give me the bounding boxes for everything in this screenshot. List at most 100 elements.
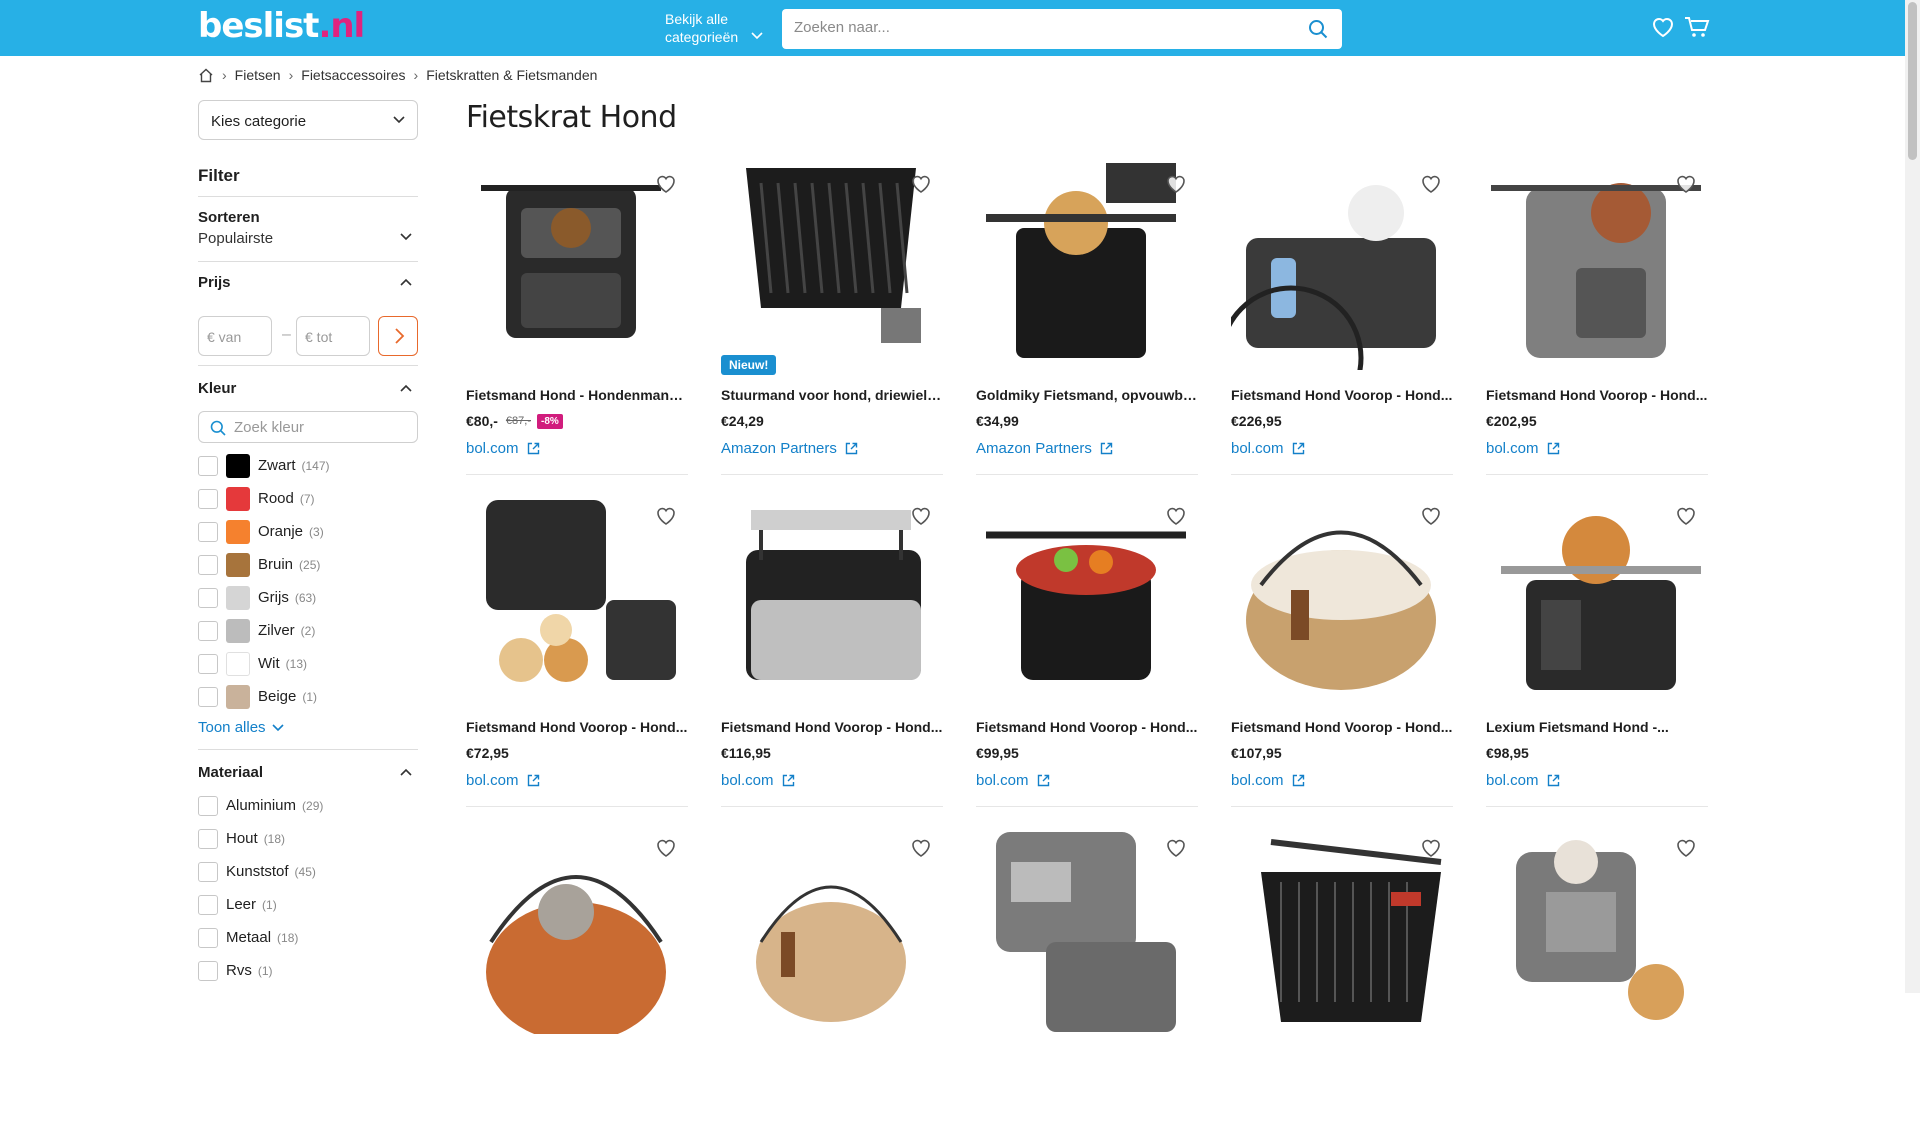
product-title[interactable]: Fietsmand Hond Voorop - Hond...: [1231, 387, 1453, 403]
product-card[interactable]: [976, 822, 1198, 1139]
product-card[interactable]: Fietsmand Hond Voorop - Hond... €116,95 bo…: [721, 490, 943, 807]
category-select[interactable]: Kies categorie: [198, 100, 418, 140]
material-option[interactable]: Metaal (18): [198, 921, 418, 954]
color-option[interactable]: Wit (13): [198, 647, 418, 680]
color-header[interactable]: Kleur: [198, 380, 418, 397]
material-option[interactable]: Leer (1): [198, 888, 418, 921]
product-card[interactable]: Nieuw! Stuurmand voor hond, driewieler...…: [721, 158, 943, 475]
product-title[interactable]: Lexium Fietsmand Hond -...: [1486, 719, 1708, 735]
heart-icon[interactable]: [1674, 504, 1698, 528]
product-title[interactable]: Fietsmand Hond Voorop - Hond...: [1486, 387, 1708, 403]
product-card[interactable]: Fietsmand Hond Voorop - Hond... €202,95 bo…: [1486, 158, 1708, 475]
product-title[interactable]: Fietsmand Hond - Hondenmand...: [466, 387, 688, 403]
product-title[interactable]: Fietsmand Hond Voorop - Hond...: [721, 719, 943, 735]
checkbox[interactable]: [198, 795, 218, 816]
color-option[interactable]: Beige (1): [198, 680, 418, 713]
color-option[interactable]: Oranje (3): [198, 515, 418, 548]
product-card[interactable]: Fietsmand Hond Voorop - Hond... €72,95 bol…: [466, 490, 688, 807]
product-title[interactable]: Goldmiky Fietsmand, opvouwba...: [976, 387, 1198, 403]
material-option[interactable]: Hout (18): [198, 822, 418, 855]
shop-link[interactable]: bol.com: [466, 440, 540, 457]
product-card[interactable]: Goldmiky Fietsmand, opvouwba... €34,99 Ama…: [976, 158, 1198, 475]
checkbox[interactable]: [198, 587, 218, 608]
heart-icon[interactable]: [909, 172, 933, 196]
search-input[interactable]: [794, 19, 1294, 36]
product-card[interactable]: Fietsmand Hond Voorop - Hond... €226,95 bo…: [1218, 158, 1453, 475]
all-categories-button[interactable]: Bekijk alle categorieën: [665, 10, 763, 46]
checkbox[interactable]: [198, 960, 218, 981]
product-card[interactable]: Fietsmand Hond Voorop - Hond... €107,95 bo…: [1231, 490, 1453, 807]
price-apply-button[interactable]: [378, 316, 418, 356]
shop-link[interactable]: bol.com: [1231, 440, 1305, 457]
shop-link[interactable]: Amazon Partners: [976, 440, 1113, 457]
home-icon[interactable]: [198, 68, 214, 83]
page-scrollbar[interactable]: [1905, 0, 1920, 993]
checkbox[interactable]: [198, 620, 218, 641]
color-option[interactable]: Zilver (2): [198, 614, 418, 647]
heart-icon[interactable]: [1651, 16, 1675, 38]
checkbox[interactable]: [198, 894, 218, 915]
show-all-colors-link[interactable]: Toon alles: [198, 719, 284, 736]
material-option[interactable]: Aluminium (29): [198, 789, 418, 822]
heart-icon[interactable]: [1674, 836, 1698, 860]
shop-link[interactable]: bol.com: [466, 772, 540, 789]
product-card[interactable]: [1486, 822, 1708, 1139]
material-option[interactable]: Rvs (1): [198, 954, 418, 987]
heart-icon[interactable]: [654, 172, 678, 196]
checkbox[interactable]: [198, 861, 218, 882]
heart-icon[interactable]: [1164, 172, 1188, 196]
shop-link[interactable]: Amazon Partners: [721, 440, 858, 457]
heart-icon[interactable]: [1164, 504, 1188, 528]
shop-link[interactable]: bol.com: [721, 772, 795, 789]
product-title[interactable]: Stuurmand voor hond, driewieler...: [721, 387, 943, 403]
beslist-logo[interactable]: beslist.nl: [198, 6, 365, 46]
scrollbar-thumb[interactable]: [1908, 2, 1917, 160]
product-title[interactable]: Fietsmand Hond Voorop - Hond...: [976, 719, 1198, 735]
product-card[interactable]: Lexium Fietsmand Hond -... €98,95 bol.com: [1486, 490, 1708, 807]
heart-icon[interactable]: [654, 836, 678, 860]
heart-icon[interactable]: [909, 504, 933, 528]
product-card[interactable]: Fietsmand Hond Voorop - Hond... €99,95 bol…: [976, 490, 1198, 807]
checkbox[interactable]: [198, 686, 218, 707]
shop-link[interactable]: bol.com: [1231, 772, 1305, 789]
breadcrumb-link[interactable]: Fietsen: [235, 67, 281, 83]
product-card[interactable]: [466, 822, 688, 1139]
checkbox[interactable]: [198, 521, 218, 542]
search-icon[interactable]: [1308, 19, 1328, 39]
shop-link[interactable]: bol.com: [1486, 440, 1560, 457]
material-header[interactable]: Materiaal: [198, 764, 418, 781]
heart-icon[interactable]: [1164, 836, 1188, 860]
product-card[interactable]: Fietsmand Hond - Hondenmand... €80,- €87,-…: [466, 158, 688, 475]
shop-link[interactable]: bol.com: [1486, 772, 1560, 789]
cart-icon[interactable]: [1684, 16, 1710, 38]
checkbox[interactable]: [198, 653, 218, 674]
heart-icon[interactable]: [1419, 836, 1443, 860]
sort-section[interactable]: Sorteren Populairste: [198, 197, 418, 262]
breadcrumb-link[interactable]: Fietskratten & Fietsmanden: [426, 67, 597, 83]
price-from-input[interactable]: € van: [198, 316, 272, 356]
product-title[interactable]: Fietsmand Hond Voorop - Hond...: [466, 719, 688, 735]
product-title[interactable]: Fietsmand Hond Voorop - Hond...: [1231, 719, 1453, 735]
price-to-input[interactable]: € tot: [296, 316, 370, 356]
checkbox[interactable]: [198, 488, 218, 509]
price-header[interactable]: Prijs: [198, 274, 418, 291]
checkbox[interactable]: [198, 554, 218, 575]
heart-icon[interactable]: [909, 836, 933, 860]
material-option[interactable]: Kunststof (45): [198, 855, 418, 888]
color-option[interactable]: Zwart (147): [198, 449, 418, 482]
checkbox[interactable]: [198, 927, 218, 948]
heart-icon[interactable]: [1419, 172, 1443, 196]
product-card[interactable]: [721, 822, 943, 1139]
color-search-input[interactable]: Zoek kleur: [198, 411, 418, 443]
breadcrumb-link[interactable]: Fietsaccessoires: [301, 67, 405, 83]
color-option[interactable]: Bruin (25): [198, 548, 418, 581]
heart-icon[interactable]: [1419, 504, 1443, 528]
checkbox[interactable]: [198, 455, 218, 476]
heart-icon[interactable]: [654, 504, 678, 528]
color-option[interactable]: Grijs (63): [198, 581, 418, 614]
product-card[interactable]: [1231, 822, 1453, 1139]
color-option[interactable]: Rood (7): [198, 482, 418, 515]
shop-link[interactable]: bol.com: [976, 772, 1050, 789]
heart-icon[interactable]: [1674, 172, 1698, 196]
checkbox[interactable]: [198, 828, 218, 849]
